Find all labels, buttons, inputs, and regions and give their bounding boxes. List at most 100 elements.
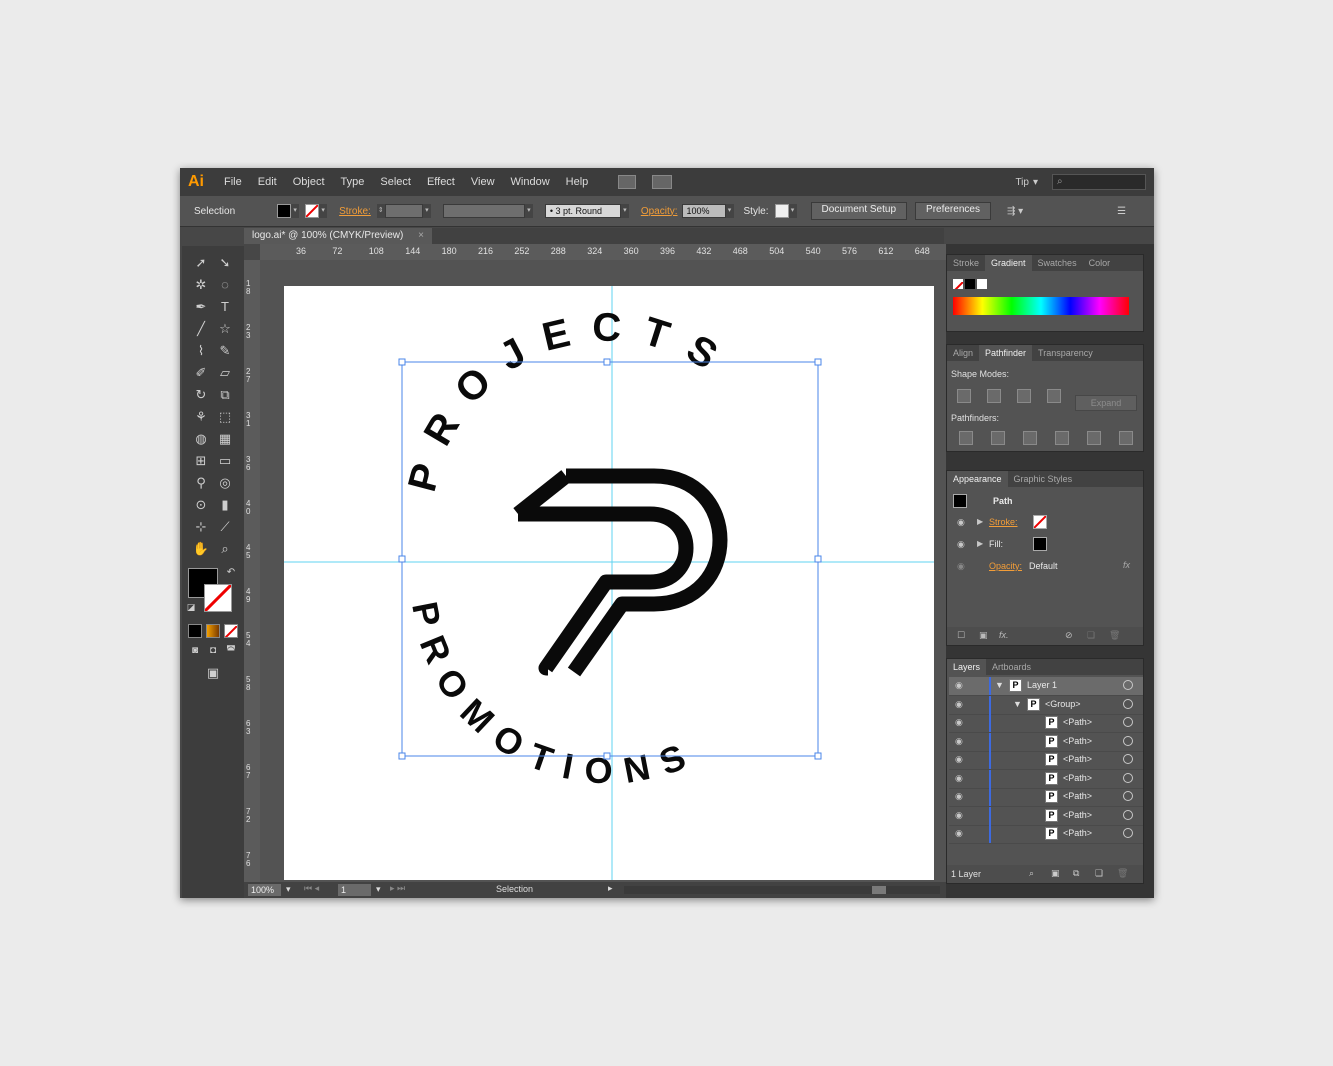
- none-swatch[interactable]: [953, 279, 963, 289]
- tab-gradient[interactable]: Gradient: [985, 255, 1032, 271]
- eye-icon[interactable]: ◉: [957, 561, 965, 572]
- gradient-tool-icon[interactable]: ▭: [216, 452, 234, 470]
- style-swatch[interactable]: [774, 204, 789, 218]
- resize-handle[interactable]: [398, 358, 406, 366]
- black-swatch[interactable]: [965, 279, 975, 289]
- minus-back-icon[interactable]: [1119, 431, 1133, 445]
- disclosure-triangle-icon[interactable]: ▼: [995, 680, 1004, 690]
- fill-swatch[interactable]: [277, 204, 292, 218]
- tab-align[interactable]: Align: [947, 345, 979, 361]
- resize-handle[interactable]: [603, 358, 611, 366]
- top-arc-text[interactable]: PROJECTS: [400, 305, 742, 496]
- group-row[interactable]: ◉ ▼ P <Group>: [949, 695, 1143, 715]
- lasso-tool-icon[interactable]: ◌: [216, 276, 234, 294]
- pencil-tool-icon[interactable]: ✎: [216, 342, 234, 360]
- add-stroke-icon[interactable]: ☐: [957, 630, 965, 641]
- add-effect-icon[interactable]: fx.: [999, 630, 1009, 640]
- unite-icon[interactable]: [957, 389, 971, 403]
- exclude-icon[interactable]: [1047, 389, 1061, 403]
- layer-name[interactable]: <Path>: [1063, 791, 1092, 801]
- document-setup-button[interactable]: Document Setup: [810, 202, 908, 220]
- divide-icon[interactable]: [959, 431, 973, 445]
- resize-handle[interactable]: [814, 752, 822, 760]
- free-transform-tool-icon[interactable]: ⬚: [216, 408, 234, 426]
- resize-handle[interactable]: [814, 358, 822, 366]
- eye-icon[interactable]: ◉: [957, 539, 965, 550]
- target-circle-icon[interactable]: [1123, 791, 1133, 801]
- crop-icon[interactable]: [1055, 431, 1069, 445]
- first-artboard-icon[interactable]: ⏮ ◂: [304, 883, 319, 894]
- perspective-grid-tool-icon[interactable]: ▦: [216, 430, 234, 448]
- default-colors-icon[interactable]: ◪: [182, 598, 200, 616]
- add-fill-icon[interactable]: ▣: [979, 630, 988, 641]
- make-clipping-mask-icon[interactable]: ▣: [1051, 868, 1060, 879]
- preferences-button[interactable]: Preferences: [915, 202, 991, 220]
- layer-name[interactable]: <Path>: [1063, 773, 1092, 783]
- swap-fill-stroke-icon[interactable]: ↶: [222, 564, 240, 582]
- menu-file[interactable]: File: [224, 176, 242, 188]
- none-mode-icon[interactable]: [224, 624, 238, 638]
- visibility-eye-icon[interactable]: ◉: [955, 810, 963, 821]
- stroke-dropdown[interactable]: ▾: [319, 204, 328, 218]
- artboard-dropdown[interactable]: ▾: [376, 884, 381, 895]
- tab-transparency[interactable]: Transparency: [1032, 345, 1099, 361]
- menu-type[interactable]: Type: [341, 176, 365, 188]
- path-row[interactable]: ◉ P <Path>: [949, 788, 1143, 807]
- screen-mode-icon[interactable]: ▣: [204, 664, 222, 682]
- menu-edit[interactable]: Edit: [258, 176, 277, 188]
- eyedropper-tool-icon[interactable]: ⚲: [192, 474, 210, 492]
- tab-artboards[interactable]: Artboards: [986, 659, 1037, 675]
- path-row[interactable]: ◉ P <Path>: [949, 806, 1143, 826]
- help-search-input[interactable]: ⌕: [1052, 174, 1146, 190]
- opacity-dropdown[interactable]: ▾: [725, 204, 734, 218]
- layer-name[interactable]: <Path>: [1063, 736, 1092, 746]
- menu-effect[interactable]: Effect: [427, 176, 455, 188]
- layer-name[interactable]: <Group>: [1045, 699, 1081, 709]
- menu-view[interactable]: View: [471, 176, 495, 188]
- stroke-none-swatch[interactable]: [1033, 515, 1047, 529]
- eraser-tool-icon[interactable]: ▱: [216, 364, 234, 382]
- blob-brush-tool-icon[interactable]: ✐: [192, 364, 210, 382]
- shape-builder-tool-icon[interactable]: ◍: [192, 430, 210, 448]
- appearance-opacity-row[interactable]: ◉ Opacity: Default fx: [951, 557, 1137, 577]
- status-menu-icon[interactable]: ▸: [608, 883, 613, 894]
- tab-swatches[interactable]: Swatches: [1032, 255, 1083, 271]
- arrange-icon[interactable]: ⇶ ▾: [1007, 206, 1023, 217]
- draw-behind-icon[interactable]: ◘: [204, 642, 222, 660]
- scale-tool-icon[interactable]: ⧉: [216, 386, 234, 404]
- style-dropdown[interactable]: ▾: [788, 204, 797, 218]
- visibility-eye-icon[interactable]: ◉: [955, 736, 963, 747]
- tab-layers[interactable]: Layers: [947, 659, 987, 675]
- layer-row[interactable]: ◉ ▼ P Layer 1: [949, 677, 1143, 696]
- stroke-swatch[interactable]: [305, 204, 320, 218]
- visibility-eye-icon[interactable]: ◉: [955, 773, 963, 784]
- visibility-eye-icon[interactable]: ◉: [955, 699, 963, 710]
- color-spectrum[interactable]: [953, 297, 1129, 315]
- type-tool-icon[interactable]: T: [216, 298, 234, 316]
- menu-help[interactable]: Help: [566, 176, 589, 188]
- hand-tool-icon[interactable]: ✋: [192, 540, 210, 558]
- stroke-attribute-label[interactable]: Stroke:: [989, 517, 1018, 527]
- expand-button[interactable]: Expand: [1075, 395, 1137, 411]
- path-row[interactable]: ◉ P <Path>: [949, 769, 1143, 789]
- visibility-eye-icon[interactable]: ◉: [955, 828, 963, 839]
- zoom-field[interactable]: 100%: [248, 884, 281, 896]
- bottom-arc-text[interactable]: PROMOTIONS: [404, 598, 704, 791]
- horizontal-scrollbar[interactable]: [624, 886, 940, 894]
- tab-appearance[interactable]: Appearance: [947, 471, 1008, 487]
- rotate-tool-icon[interactable]: ↻: [192, 386, 210, 404]
- target-circle-icon[interactable]: [1123, 754, 1133, 764]
- appearance-stroke-row[interactable]: ◉ ▶ Stroke:: [951, 513, 1137, 533]
- bridge-icon[interactable]: [618, 175, 637, 189]
- path-row[interactable]: ◉ P <Path>: [949, 732, 1143, 752]
- stroke-weight-stepper[interactable]: ⇕: [376, 204, 385, 218]
- visibility-eye-icon[interactable]: ◉: [955, 680, 963, 691]
- appearance-fill-row[interactable]: ◉ ▶ Fill:: [951, 535, 1137, 555]
- tab-stroke[interactable]: Stroke: [947, 255, 985, 271]
- layer-name[interactable]: <Path>: [1063, 754, 1092, 764]
- merge-icon[interactable]: [1023, 431, 1037, 445]
- menu-select[interactable]: Select: [380, 176, 411, 188]
- target-circle-icon[interactable]: [1123, 772, 1133, 783]
- locate-object-icon[interactable]: ⌕: [1029, 868, 1034, 879]
- line-tool-icon[interactable]: ╱: [192, 320, 210, 338]
